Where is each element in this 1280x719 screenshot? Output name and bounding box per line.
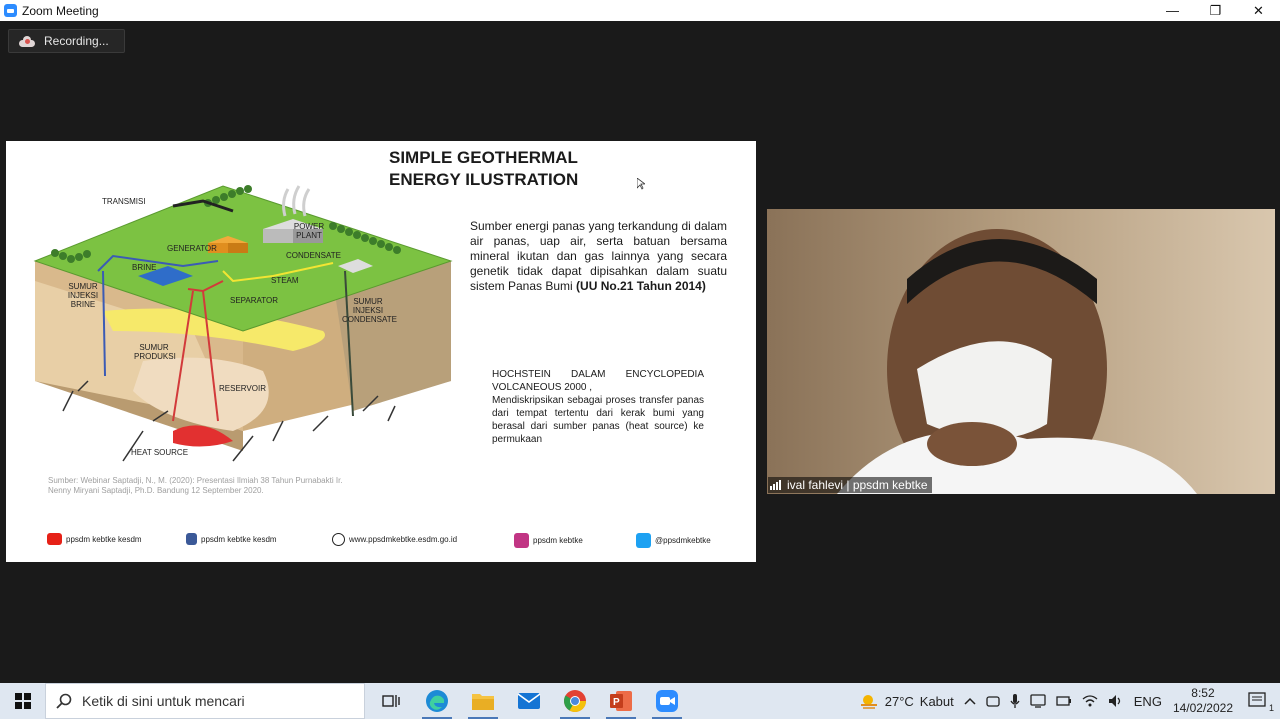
window-titlebar: Zoom Meeting — ❐ ✕ [0, 0, 1280, 21]
social-website: www.ppsdmkebtke.esdm.go.id [332, 533, 457, 546]
label-sumur-injeksi-condensate: SUMUR INJEKSI CONDENSATE [342, 297, 397, 324]
chrome-icon [564, 690, 586, 712]
social-website-label: www.ppsdmkebtke.esdm.go.id [349, 535, 458, 544]
participant-video[interactable]: ival fahlevi | ppsdm kebtke [767, 209, 1275, 494]
connection-signal-icon [770, 480, 782, 490]
social-facebook: ppsdm kebtke kesdm [186, 533, 277, 545]
taskbar-zoom[interactable] [644, 683, 690, 719]
instagram-icon [514, 533, 529, 548]
social-youtube: ppsdm kebtke kesdm [47, 533, 142, 545]
tray-microphone[interactable] [1010, 693, 1020, 709]
participant-name: ival fahlevi | ppsdm kebtke [787, 478, 928, 492]
chevron-up-icon [964, 697, 976, 705]
taskbar-chrome[interactable] [552, 683, 598, 719]
social-twitter-label: @ppsdmkebtke [655, 536, 711, 545]
action-center-button[interactable]: 1 [1248, 692, 1274, 713]
windows-taskbar: Ketik di sini untuk mencari P 27°C Kabut… [0, 683, 1280, 719]
label-sumur-injeksi-brine: SUMUR INJEKSI BRINE [67, 282, 99, 309]
tray-meet-now[interactable] [986, 694, 1000, 708]
display-icon [1030, 694, 1046, 708]
label-separator: SEPARATOR [230, 296, 279, 305]
system-tray: 27°C Kabut ENG 8:52 14/02/2022 1 [854, 683, 1280, 719]
tray-volume[interactable] [1108, 694, 1124, 708]
task-view-icon [382, 695, 400, 707]
recording-label: Recording... [44, 34, 109, 48]
label-brine: BRINE [132, 263, 157, 272]
show-hidden-icons-button[interactable] [964, 697, 976, 705]
hochstein-paragraph: HOCHSTEIN DALAM ENCYCLOPEDIA VOLCANEOUS … [492, 368, 704, 446]
social-facebook-label: ppsdm kebtke kesdm [201, 534, 277, 544]
definition-citation: (UU No.21 Tahun 2014) [576, 279, 706, 293]
facebook-icon [186, 533, 197, 545]
microphone-icon [1010, 694, 1020, 708]
windows-logo-icon [14, 693, 31, 709]
task-view-button[interactable] [368, 683, 414, 719]
wifi-icon [1082, 695, 1098, 707]
participant-video-feed [767, 209, 1275, 494]
speaker-icon [1108, 695, 1120, 707]
taskbar-powerpoint[interactable]: P [598, 683, 644, 719]
tray-display[interactable] [1030, 694, 1046, 708]
globe-icon [332, 533, 345, 546]
window-title: Zoom Meeting [22, 3, 99, 18]
hochstein-text: Mendiskripsikan sebagai proses transfer … [492, 395, 704, 445]
minimize-button[interactable]: — [1151, 0, 1194, 21]
notification-icon [1248, 692, 1266, 707]
label-reservoir: RESERVOIR [219, 384, 266, 393]
mouse-cursor-icon [637, 178, 645, 190]
search-placeholder: Ketik di sini untuk mencari [82, 693, 245, 709]
weather-temperature: 27°C [884, 693, 914, 709]
restore-button[interactable]: ❐ [1194, 0, 1237, 21]
edge-icon [426, 690, 448, 712]
youtube-icon [47, 533, 62, 545]
weather-fog-icon [860, 695, 877, 709]
taskbar-edge[interactable] [414, 683, 460, 719]
social-twitter: @ppsdmkebtke [636, 533, 711, 548]
start-button[interactable] [0, 683, 45, 719]
label-heat-source: HEAT SOURCE [131, 448, 189, 457]
zoom-icon [656, 690, 678, 712]
social-instagram-label: ppsdm kebtke [533, 536, 583, 545]
label-power-plant: POWER PLANT [293, 222, 325, 240]
hochstein-heading: HOCHSTEIN DALAM ENCYCLOPEDIA VOLCANEOUS … [492, 369, 704, 393]
window-controls: — ❐ ✕ [1151, 0, 1280, 21]
clock-date: 14/02/2022 [1172, 701, 1233, 715]
tray-language[interactable]: ENG [1134, 694, 1162, 709]
tray-wifi[interactable] [1082, 694, 1098, 708]
notification-count: 1 [1268, 703, 1274, 713]
svg-text:P: P [613, 697, 620, 708]
taskbar-mail[interactable] [506, 683, 552, 719]
source-citation: Sumber: Webinar Saptadji, N., M. (2020):… [48, 476, 343, 495]
powerpoint-icon: P [610, 691, 632, 711]
battery-charging-icon [1056, 696, 1071, 706]
label-sumur-produksi: SUMUR PRODUKSI [134, 343, 176, 361]
label-condensate: CONDENSATE [286, 251, 341, 260]
cloud-recording-icon [19, 35, 35, 47]
geothermal-diagram [33, 185, 453, 462]
label-generator: GENERATOR [167, 244, 217, 253]
search-icon [56, 693, 72, 709]
recording-indicator[interactable]: Recording... [8, 29, 125, 53]
label-steam: STEAM [271, 276, 299, 285]
shared-screen-slide: SIMPLE GEOTHERMAL ENERGY ILUSTRATION TRA… [6, 141, 756, 562]
mail-icon [517, 693, 541, 709]
label-transmisi: TRANSMISI [102, 197, 146, 206]
taskbar-search-box[interactable]: Ketik di sini untuk mencari [45, 683, 365, 719]
weather-widget[interactable]: 27°C Kabut [859, 693, 954, 709]
participant-name-tag: ival fahlevi | ppsdm kebtke [768, 477, 932, 493]
file-explorer-icon [472, 694, 494, 710]
close-button[interactable]: ✕ [1237, 0, 1280, 21]
social-instagram: ppsdm kebtke [514, 533, 583, 548]
taskbar-file-explorer[interactable] [460, 683, 506, 719]
social-youtube-label: ppsdm kebtke kesdm [66, 534, 142, 544]
slide-title-line1: SIMPLE GEOTHERMAL [389, 148, 578, 167]
zoom-app-icon [4, 4, 17, 17]
taskbar-clock[interactable]: 8:52 14/02/2022 [1173, 686, 1233, 716]
definition-paragraph: Sumber energi panas yang terkandung di d… [470, 219, 727, 294]
clock-time: 8:52 [1191, 686, 1215, 700]
twitter-icon [636, 533, 651, 548]
weather-description: Kabut [919, 693, 954, 709]
meet-now-icon [986, 696, 1000, 707]
tray-battery[interactable] [1056, 695, 1072, 707]
